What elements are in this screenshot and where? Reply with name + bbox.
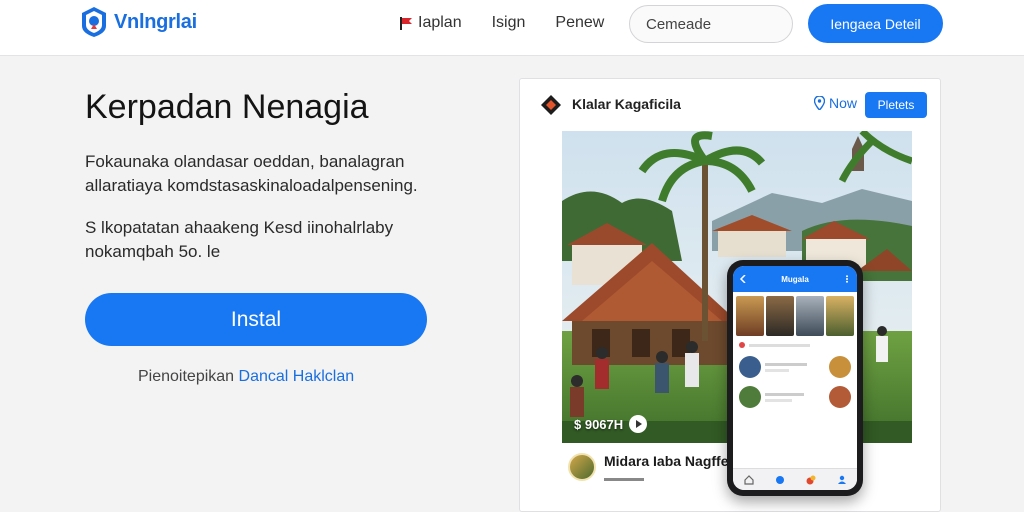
search-input[interactable]: [629, 5, 793, 43]
nav-item-isign[interactable]: Isign: [492, 14, 526, 32]
flag-icon: [400, 16, 412, 30]
nav-label: Iaplan: [418, 14, 462, 31]
shield-logo-icon: [82, 7, 106, 37]
phone-photo-strip: [733, 292, 857, 340]
list-item: [739, 386, 851, 408]
avatar: [739, 386, 761, 408]
location-pin-icon: [814, 96, 825, 110]
main-nav: Iaplan Isign Penew: [400, 14, 604, 32]
menu-icon: [846, 275, 848, 283]
back-icon: [739, 275, 746, 283]
phone-mockup: Mugala: [727, 260, 863, 496]
avatar: [568, 453, 596, 481]
now-label: Now: [829, 95, 858, 111]
footer-link[interactable]: Dancal Haklclan: [239, 368, 355, 385]
preview-title: Klalar Kagaficila: [572, 96, 681, 112]
app-logo-icon: [541, 95, 561, 115]
hero-note: S lkopatatan ahaakeng Kesd iinohalrlaby …: [85, 218, 394, 261]
footer-prefix: Pienoitepikan: [138, 368, 235, 385]
nav-label: Isign: [491, 14, 526, 31]
photo-thumbnail: [826, 296, 854, 336]
phone-feed: [733, 340, 857, 418]
phone-screen: Mugala: [733, 266, 857, 490]
shapes-icon: [806, 475, 815, 484]
photo-caption: $ 9067H: [574, 415, 648, 433]
list-item: [739, 356, 851, 378]
circle-icon: [775, 475, 784, 484]
page-title: Kerpadan Nenagia: [85, 88, 369, 126]
header-cta-button[interactable]: Iengaea Deteil: [808, 4, 943, 43]
top-bar: Vnlngrlai Iaplan Isign Penew Iengaea Det…: [0, 0, 1024, 56]
avatar: [739, 356, 761, 378]
phone-app-title: Mugala: [781, 274, 809, 284]
nav-item-penew[interactable]: Penew: [555, 14, 604, 32]
people-icon: [837, 475, 846, 484]
play-icon[interactable]: [629, 415, 648, 433]
photo-thumbnail: [736, 296, 764, 336]
photo-caption-text: $ 9067H: [574, 416, 624, 432]
now-link[interactable]: Now: [814, 95, 857, 111]
avatar: [829, 386, 851, 408]
post-preview[interactable]: Midara Iaba Nagffe ▬▬▬▬: [568, 453, 728, 484]
phone-app-bar: Mugala: [733, 266, 857, 292]
nav-label: Penew: [555, 14, 605, 31]
preview-card-header: Klalar Kagaficila Now Pletets: [520, 79, 940, 131]
hero-description: Fokaunaka olandasar oeddan, banalagran a…: [85, 152, 418, 195]
brand-name: Vnlngrlai: [114, 10, 197, 33]
install-button[interactable]: Instal: [85, 293, 427, 346]
post-subtitle: ▬▬▬▬: [604, 473, 644, 484]
avatar: [829, 356, 851, 378]
brand-logo[interactable]: Vnlngrlai: [80, 6, 197, 38]
list-item: [739, 342, 851, 348]
nav-item-iaplan[interactable]: Iaplan: [400, 14, 462, 32]
post-title: Midara Iaba Nagffe: [604, 453, 729, 469]
notification-dot-icon: [739, 342, 745, 348]
photo-thumbnail: [796, 296, 824, 336]
preview-action-button[interactable]: Pletets: [865, 92, 927, 118]
photo-thumbnail: [766, 296, 794, 336]
home-icon: [743, 474, 754, 485]
phone-tab-bar: [733, 468, 857, 490]
footer-line: Pienoitepikan Dancal Haklclan: [138, 368, 354, 386]
